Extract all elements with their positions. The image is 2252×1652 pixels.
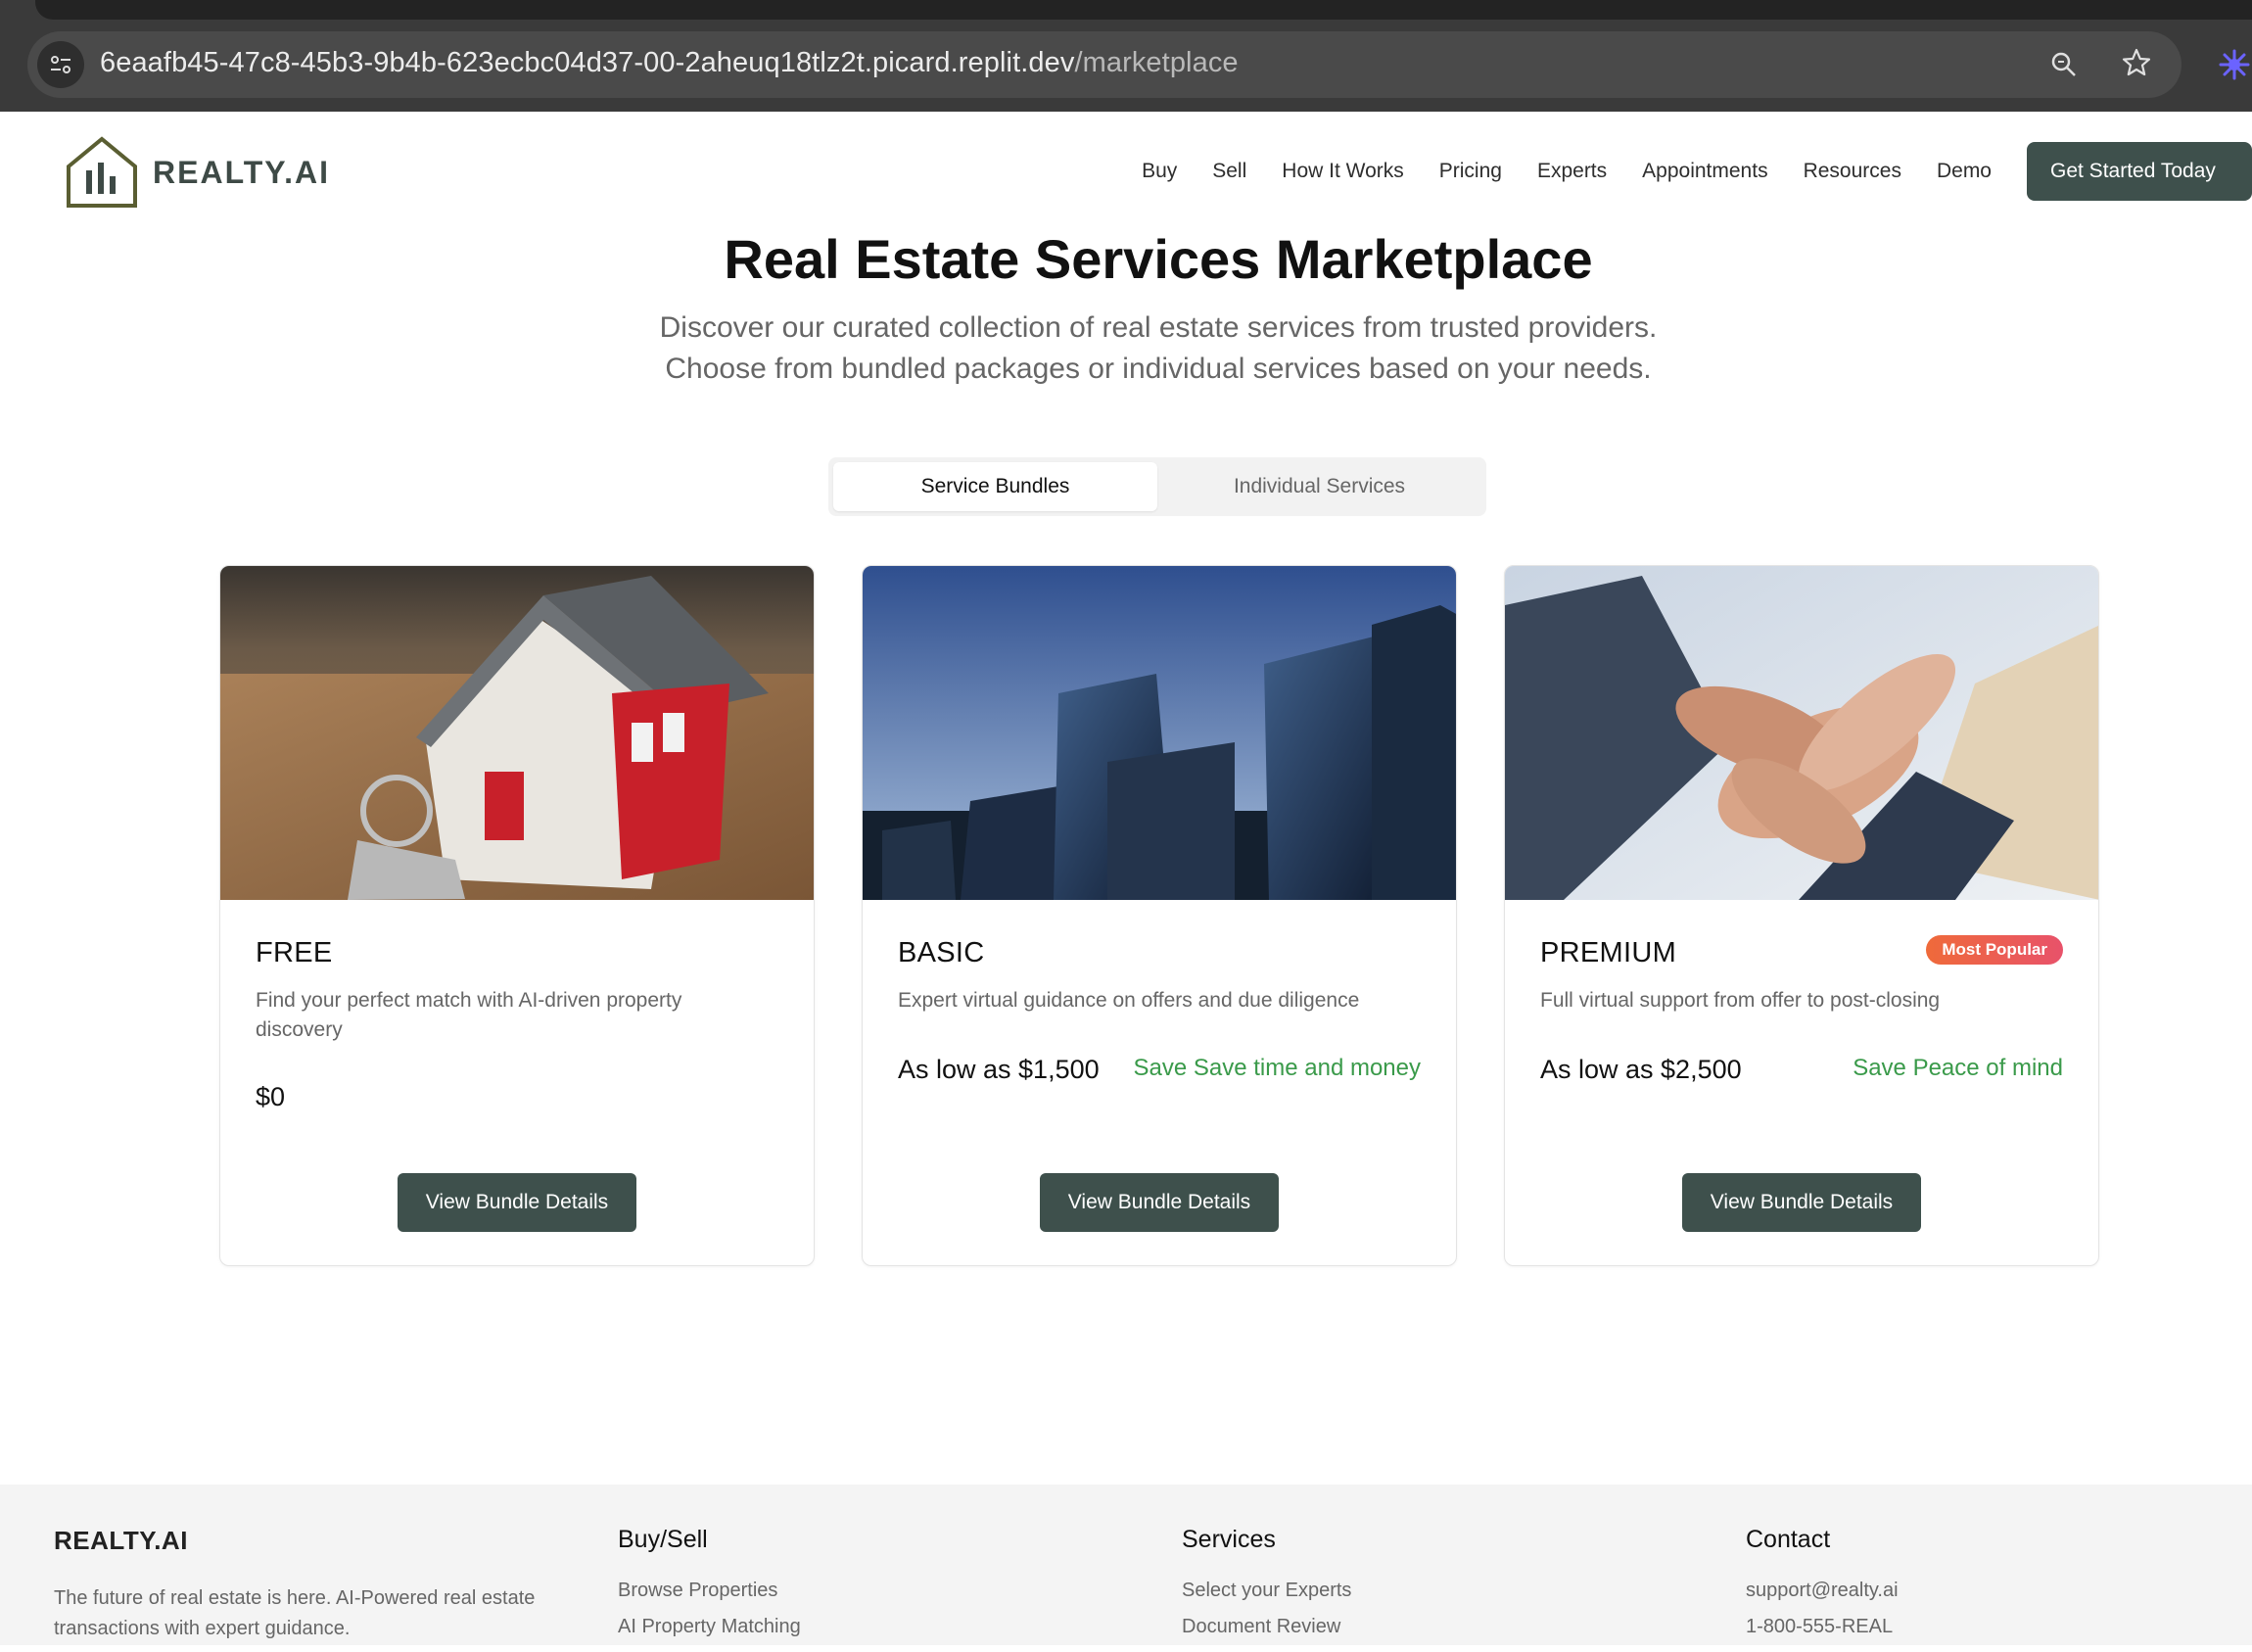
tab-individual-services[interactable]: Individual Services: [1157, 462, 1481, 511]
footer-phone-link[interactable]: 1-800-555-REAL: [1746, 1616, 1899, 1638]
footer-link-select-experts[interactable]: Select your Experts: [1182, 1580, 1351, 1602]
bundle-price: $0: [256, 1082, 286, 1111]
bundle-price: As low as $1,500: [898, 1055, 1100, 1084]
footer-heading: Services: [1182, 1526, 1276, 1553]
get-started-button[interactable]: Get Started Today: [2027, 142, 2252, 201]
nav-demo[interactable]: Demo: [1937, 160, 1992, 183]
bundle-name: FREE: [256, 937, 333, 968]
tab-strip: [35, 0, 2252, 20]
tab-service-bundles[interactable]: Service Bundles: [833, 462, 1157, 511]
page-subtitle: Discover our curated collection of real …: [0, 307, 2252, 390]
nav-buy[interactable]: Buy: [1142, 160, 1177, 183]
view-bundle-details-button[interactable]: View Bundle Details: [1682, 1173, 1921, 1232]
site-settings-icon[interactable]: [37, 41, 84, 88]
footer-brand: REALTY.AI: [54, 1526, 188, 1555]
brand-name: REALTY.AI: [153, 154, 330, 190]
nav-pricing[interactable]: Pricing: [1439, 160, 1502, 183]
nav-sell[interactable]: Sell: [1212, 160, 1246, 183]
nav-how-it-works[interactable]: How It Works: [1282, 160, 1403, 183]
house-keys-image: [220, 566, 814, 900]
footer-link-document-review[interactable]: Document Review: [1182, 1616, 1351, 1638]
skyscrapers-image: [863, 566, 1456, 900]
bundle-name: BASIC: [898, 937, 985, 968]
bundle-name: PREMIUM: [1540, 937, 1677, 968]
bundle-tabs: Service Bundles Individual Services: [828, 457, 1486, 516]
footer-heading: Buy/Sell: [618, 1526, 708, 1553]
site-footer: REALTY.AI The future of real estate is h…: [0, 1485, 2252, 1645]
subtitle-line-1: Discover our curated collection of real …: [659, 311, 1658, 344]
bundle-card-basic: BASIC Expert virtual guidance on offers …: [862, 565, 1457, 1266]
footer-link-browse-properties[interactable]: Browse Properties: [618, 1580, 801, 1602]
house-chart-logo-icon: [67, 136, 137, 208]
bundle-savings: Save Peace of mind: [1853, 1055, 2063, 1081]
nav-appointments[interactable]: Appointments: [1642, 160, 1767, 183]
footer-link-ai-property-matching[interactable]: AI Property Matching: [618, 1616, 801, 1638]
view-bundle-details-button[interactable]: View Bundle Details: [1040, 1173, 1279, 1232]
bundle-card-premium: PREMIUM Most Popular Full virtual suppor…: [1504, 565, 2099, 1266]
bundle-description: Expert virtual guidance on offers and du…: [898, 989, 1360, 1012]
url-text[interactable]: 6eaafb45-47c8-45b3-9b4b-623ecbc04d37-00-…: [100, 47, 1239, 79]
footer-email-link[interactable]: support@realty.ai: [1746, 1580, 1899, 1602]
zoom-icon[interactable]: [2044, 45, 2084, 84]
most-popular-badge: Most Popular: [1926, 935, 2063, 965]
bundle-description: Full virtual support from offer to post-…: [1540, 989, 1941, 1012]
footer-brand-column: REALTY.AI The future of real estate is h…: [54, 1526, 543, 1644]
footer-contact-column: Contact support@realty.ai 1-800-555-REAL: [1746, 1526, 1899, 1652]
bookmark-star-icon[interactable]: [2117, 43, 2156, 82]
footer-tagline: The future of real estate is here. AI-Po…: [54, 1587, 536, 1639]
page-title: Real Estate Services Marketplace: [724, 228, 1593, 290]
bundle-card-free: FREE Find your perfect match with AI-dri…: [219, 565, 815, 1266]
footer-buysell-column: Buy/Sell Browse Properties AI Property M…: [618, 1526, 801, 1652]
footer-heading: Contact: [1746, 1526, 1831, 1553]
browser-toolbar: 6eaafb45-47c8-45b3-9b4b-623ecbc04d37-00-…: [0, 0, 2252, 112]
teamwork-hands-image: [1505, 566, 2098, 900]
bundle-description: Find your perfect match with AI-driven p…: [256, 989, 682, 1041]
main-nav: Buy Sell How It Works Pricing Experts Ap…: [1142, 141, 2252, 202]
bundle-savings: Save Save time and money: [1133, 1055, 1422, 1081]
subtitle-line-2: Choose from bundled packages or individu…: [665, 353, 1652, 385]
nav-resources[interactable]: Resources: [1804, 160, 1901, 183]
view-bundle-details-button[interactable]: View Bundle Details: [398, 1173, 636, 1232]
nav-experts[interactable]: Experts: [1537, 160, 1607, 183]
url-path: /marketplace: [1074, 47, 1239, 78]
extension-icon[interactable]: [2215, 45, 2252, 84]
site-logo[interactable]: REALTY.AI: [65, 135, 330, 210]
address-bar[interactable]: 6eaafb45-47c8-45b3-9b4b-623ecbc04d37-00-…: [27, 31, 2182, 98]
url-host: 6eaafb45-47c8-45b3-9b4b-623ecbc04d37-00-…: [100, 47, 1075, 78]
bundle-price: As low as $2,500: [1540, 1055, 1742, 1084]
footer-services-column: Services Select your Experts Document Re…: [1182, 1526, 1351, 1652]
